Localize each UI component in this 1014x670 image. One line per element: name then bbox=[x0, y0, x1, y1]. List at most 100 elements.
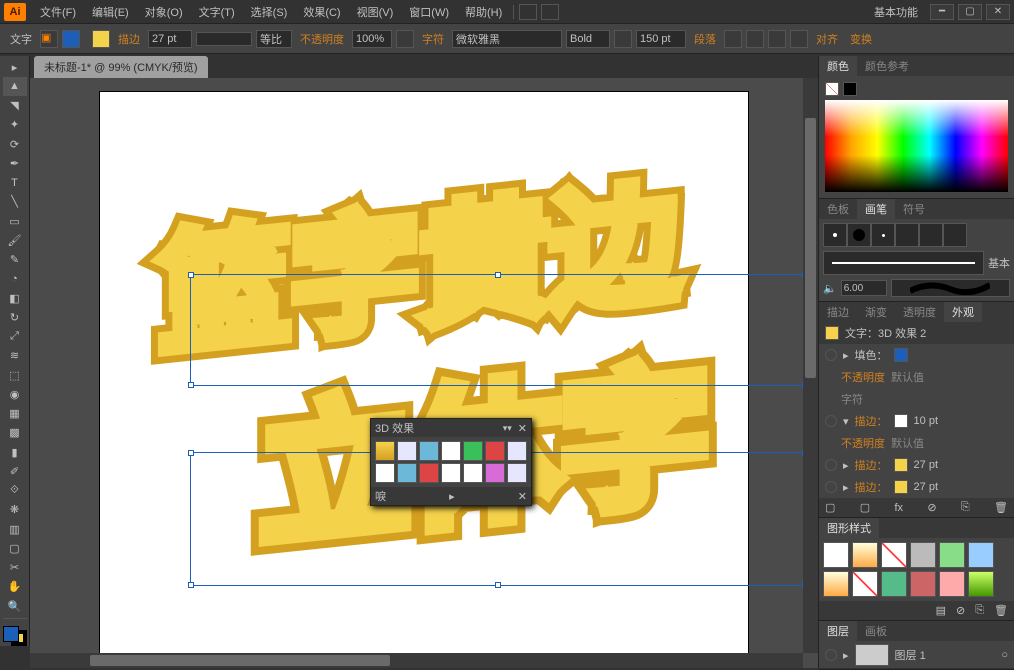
stroke-swatch[interactable] bbox=[92, 30, 110, 48]
tab-swatches[interactable]: 色板 bbox=[819, 199, 857, 219]
tab-symbols[interactable]: 符号 bbox=[895, 199, 933, 219]
workspace-switcher[interactable]: 基本功能 bbox=[866, 2, 926, 22]
style-preset[interactable] bbox=[852, 571, 878, 597]
paragraph-label[interactable]: 段落 bbox=[690, 31, 720, 47]
expand-icon[interactable]: ▸ bbox=[843, 349, 849, 362]
new-fill-icon[interactable]: ▢ bbox=[825, 501, 835, 514]
eyedropper-tool[interactable]: ✐ bbox=[3, 462, 27, 480]
brush-preset[interactable] bbox=[871, 223, 895, 247]
fill-swatch[interactable] bbox=[62, 30, 80, 48]
lasso-tool[interactable]: ⟳ bbox=[3, 135, 27, 153]
style-preset[interactable] bbox=[910, 571, 936, 597]
brush-preset[interactable] bbox=[919, 223, 943, 247]
stroke-swatch[interactable] bbox=[894, 458, 908, 472]
color-proxy[interactable] bbox=[3, 626, 27, 646]
characters-label[interactable]: 字符 bbox=[841, 391, 863, 407]
opacity-label[interactable]: 不透明度 bbox=[296, 31, 348, 47]
hand-tool[interactable]: ✋ bbox=[3, 578, 27, 596]
visibility-toggle[interactable] bbox=[825, 649, 837, 661]
effect-preset[interactable] bbox=[375, 441, 395, 461]
opacity-link[interactable]: 不透明度 bbox=[841, 435, 885, 451]
menu-view[interactable]: 视图(V) bbox=[349, 2, 402, 22]
stroke-label[interactable]: 描边： bbox=[855, 479, 888, 495]
width-tool[interactable]: ≋ bbox=[3, 347, 27, 365]
trash-icon[interactable]: 🗑 bbox=[994, 501, 1008, 514]
stroke-preview[interactable] bbox=[823, 251, 984, 275]
style-preset[interactable] bbox=[939, 542, 965, 568]
blend-tool[interactable]: ⟐ bbox=[3, 482, 27, 500]
chevron-right-icon[interactable]: ▸ bbox=[449, 490, 455, 503]
style-preset[interactable] bbox=[939, 571, 965, 597]
style-preset[interactable] bbox=[881, 542, 907, 568]
rotate-tool[interactable]: ↻ bbox=[3, 308, 27, 326]
tab-graphic-styles[interactable]: 图形样式 bbox=[819, 518, 879, 538]
new-style-icon[interactable]: ⎘ bbox=[975, 604, 984, 617]
tab-appearance[interactable]: 外观 bbox=[944, 302, 982, 322]
artboard-tool[interactable]: ▢ bbox=[3, 539, 27, 557]
floating-panel-header[interactable]: 3D 效果 ▾▾ ✕ bbox=[371, 419, 531, 437]
menu-effect[interactable]: 效果(C) bbox=[295, 2, 348, 22]
target-icon[interactable]: ▣ bbox=[40, 30, 58, 48]
effect-preset[interactable] bbox=[463, 463, 483, 483]
layout-toggle-icon-2[interactable] bbox=[541, 4, 559, 20]
stroke-weight-input[interactable] bbox=[148, 30, 192, 48]
slice-tool[interactable]: ✂ bbox=[3, 559, 27, 577]
sound-icon[interactable]: 🔈 bbox=[823, 282, 837, 295]
effect-preset[interactable] bbox=[507, 441, 527, 461]
brush-preset[interactable] bbox=[895, 223, 919, 247]
stroke-weight[interactable]: 27 pt bbox=[914, 481, 938, 493]
magic-wand-tool[interactable]: ✦ bbox=[3, 116, 27, 134]
align-justify-icon[interactable] bbox=[790, 30, 808, 48]
delete-icon[interactable]: ✕ bbox=[518, 490, 527, 503]
tab-stroke[interactable]: 描边 bbox=[819, 302, 857, 322]
fill-label[interactable]: 填色： bbox=[855, 347, 888, 363]
stroke-weight[interactable]: 27 pt bbox=[914, 459, 938, 471]
style-preset[interactable] bbox=[968, 542, 994, 568]
expand-icon[interactable]: ▸ bbox=[843, 649, 849, 662]
stroke-swatch[interactable] bbox=[894, 414, 908, 428]
effect-preset[interactable] bbox=[375, 463, 395, 483]
transform-label[interactable]: 变换 bbox=[846, 31, 876, 47]
style-preset[interactable] bbox=[823, 571, 849, 597]
opacity-input[interactable] bbox=[352, 30, 392, 48]
menu-select[interactable]: 选择(S) bbox=[243, 2, 296, 22]
eraser-tool[interactable]: ◧ bbox=[3, 289, 27, 307]
layer-row[interactable]: ▸ 图层 1 ○ bbox=[819, 641, 1014, 669]
visibility-toggle[interactable] bbox=[825, 459, 837, 471]
none-swatch-icon[interactable] bbox=[825, 82, 839, 96]
duplicate-icon[interactable]: ⎘ bbox=[961, 501, 970, 514]
layout-toggle-icon[interactable] bbox=[519, 4, 537, 20]
canvas-area[interactable]: 篮字黄边 篮字黄边 立体字 立体字 bbox=[30, 78, 818, 668]
stroke-profile-dropdown[interactable] bbox=[196, 32, 252, 46]
mesh-tool[interactable]: ▩ bbox=[3, 424, 27, 442]
close-icon[interactable]: ✕ bbox=[518, 422, 527, 435]
tab-color[interactable]: 颜色 bbox=[819, 56, 857, 76]
style-preset[interactable] bbox=[968, 571, 994, 597]
perspective-tool[interactable]: ▦ bbox=[3, 405, 27, 423]
pen-tool[interactable]: ✒ bbox=[3, 154, 27, 172]
symbol-sprayer-tool[interactable]: ❋ bbox=[3, 501, 27, 519]
stroke-weight[interactable]: 10 pt bbox=[914, 415, 938, 427]
layer-name[interactable]: 图层 1 bbox=[895, 647, 926, 663]
font-family-input[interactable] bbox=[452, 30, 562, 48]
library-icon[interactable]: ▤ bbox=[936, 604, 946, 617]
visibility-toggle[interactable] bbox=[825, 349, 837, 361]
rectangle-tool[interactable]: ▭ bbox=[3, 212, 27, 230]
trash-icon[interactable]: 🗑 bbox=[994, 604, 1008, 617]
effect-preset[interactable] bbox=[419, 441, 439, 461]
target-icon[interactable]: ○ bbox=[1001, 649, 1008, 661]
brush-shape-preview[interactable] bbox=[891, 279, 1010, 297]
opacity-icon[interactable] bbox=[396, 30, 414, 48]
tab-transparency[interactable]: 透明度 bbox=[895, 302, 944, 322]
horizontal-scrollbar[interactable] bbox=[30, 653, 803, 668]
align-left-icon[interactable] bbox=[724, 30, 742, 48]
menu-file[interactable]: 文件(F) bbox=[32, 2, 84, 22]
menu-window[interactable]: 窗口(W) bbox=[401, 2, 457, 22]
effect-preset[interactable] bbox=[397, 441, 417, 461]
tab-layers[interactable]: 图层 bbox=[819, 621, 857, 641]
effect-preset[interactable] bbox=[419, 463, 439, 483]
layer-thumbnail[interactable] bbox=[855, 644, 889, 666]
floating-3d-panel[interactable]: 3D 效果 ▾▾ ✕ 唳 ▸ ✕ bbox=[370, 418, 532, 506]
style-preset[interactable] bbox=[881, 571, 907, 597]
brush-preset[interactable] bbox=[823, 223, 847, 247]
